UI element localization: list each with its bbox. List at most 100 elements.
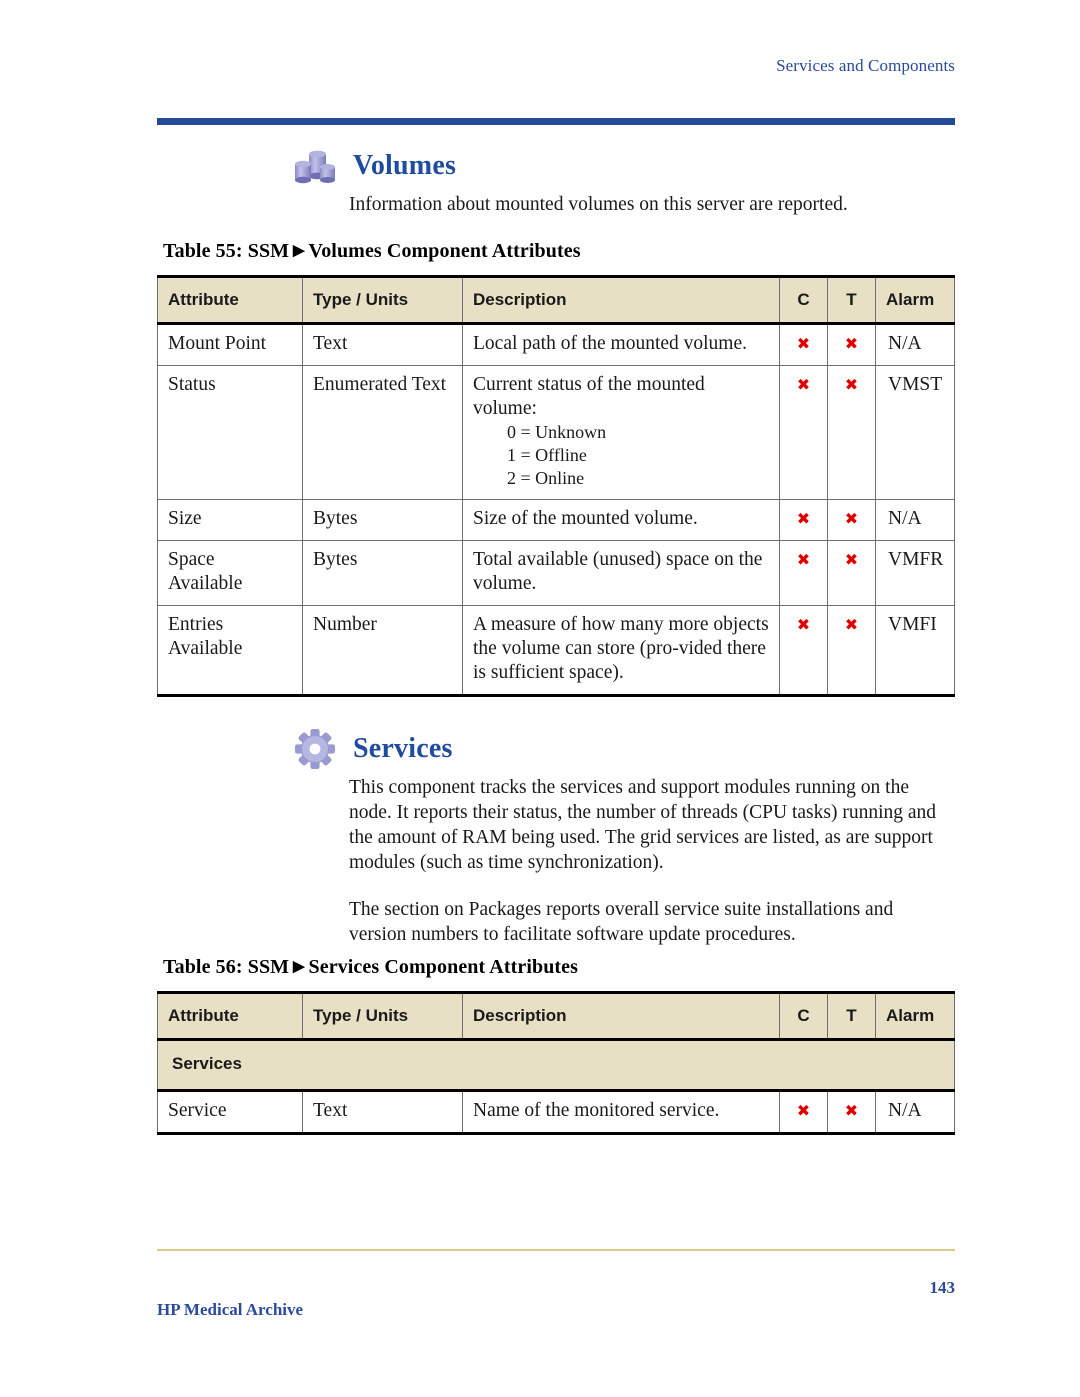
table-56-caption: Table 56: SSM ▶ Services Component Attri… (163, 956, 578, 979)
table-row: Service Text Name of the monitored servi… (157, 1090, 955, 1135)
cell-c: ✖ (779, 540, 828, 606)
cell-alarm: N/A (875, 323, 955, 366)
x-mark-icon: ✖ (796, 550, 811, 569)
col-header-c: C (779, 275, 828, 325)
footer-product-name: HP Medical Archive (157, 1300, 304, 1319)
cell-description: Size of the mounted volume. (462, 499, 780, 541)
volumes-cylinders-icon (285, 140, 345, 192)
cell-type: Text (302, 323, 463, 366)
page-number: 143 (929, 1278, 956, 1297)
enum-item: 1 = Offline (507, 445, 587, 465)
header-rule (157, 118, 955, 125)
table-55-caption: Table 55: SSM ▶ Volumes Component Attrib… (163, 240, 581, 263)
table-header-row: Attribute Type / Units Description C T A… (157, 275, 955, 325)
paragraph: This component tracks the services and s… (349, 777, 937, 873)
col-header-type-units: Type / Units (302, 991, 463, 1041)
gear-icon (285, 723, 345, 775)
col-header-t: T (827, 991, 876, 1041)
cell-t: ✖ (827, 365, 876, 500)
col-header-alarm: Alarm (875, 991, 955, 1041)
cell-alarm: VMST (875, 365, 955, 500)
triangle-right-icon: ▶ (289, 959, 309, 975)
cell-c: ✖ (779, 365, 828, 500)
table-55-caption-suffix: Volumes Component Attributes (308, 240, 581, 262)
col-header-description: Description (462, 275, 780, 325)
section-title: Services (353, 733, 453, 764)
triangle-right-icon: ▶ (289, 243, 309, 259)
cell-type: Number (302, 605, 463, 697)
table-row: Entries Available Number A measure of ho… (157, 605, 955, 697)
x-mark-icon: ✖ (796, 509, 811, 528)
col-header-alarm: Alarm (875, 275, 955, 325)
cell-c: ✖ (779, 1090, 828, 1135)
x-mark-icon: ✖ (844, 615, 859, 634)
cell-attribute: Size (157, 499, 303, 541)
cell-c: ✖ (779, 605, 828, 697)
cell-alarm: VMFI (875, 605, 955, 697)
col-header-c: C (779, 991, 828, 1041)
section-heading-services: Services (157, 723, 955, 775)
table-header-row: Attribute Type / Units Description C T A… (157, 991, 955, 1041)
section-title: Volumes (353, 150, 457, 181)
col-header-attribute: Attribute (157, 275, 303, 325)
table-services-attributes: Attribute Type / Units Description C T A… (157, 991, 955, 1135)
enum-item: 0 = Unknown (507, 422, 607, 442)
cell-attribute: Entries Available (157, 605, 303, 697)
enumeration-list: 0 = Unknown 1 = Offline 2 = Online (473, 421, 769, 490)
cell-alarm: VMFR (875, 540, 955, 606)
x-mark-icon: ✖ (844, 375, 859, 394)
x-mark-icon: ✖ (844, 550, 859, 569)
x-mark-icon: ✖ (796, 334, 811, 353)
table-subheader-row: Services (157, 1038, 955, 1092)
col-header-type-units: Type / Units (302, 275, 463, 325)
cell-attribute: Mount Point (157, 323, 303, 366)
footer-rule (157, 1249, 955, 1251)
cell-attribute: Service (157, 1090, 303, 1135)
section-volumes: Volumes Information about mounted volume… (157, 140, 955, 217)
section-heading-volumes: Volumes (157, 140, 955, 192)
table-subheader-label: Services (157, 1038, 955, 1092)
table-volumes-attributes: Attribute Type / Units Description C T A… (157, 275, 955, 697)
cell-type: Bytes (302, 540, 463, 606)
x-mark-icon: ✖ (844, 1101, 859, 1120)
table-row: Space Available Bytes Total available (u… (157, 540, 955, 606)
table-row: Size Bytes Size of the mounted volume. ✖… (157, 499, 955, 541)
table-56-caption-suffix: Services Component Attributes (308, 956, 579, 978)
x-mark-icon: ✖ (796, 1101, 811, 1120)
section-body-volumes: Information about mounted volumes on thi… (349, 192, 949, 217)
cell-c: ✖ (779, 323, 828, 366)
table-56-caption-prefix: Table 56: SSM (163, 956, 290, 978)
x-mark-icon: ✖ (796, 615, 811, 634)
cell-description: A measure of how many more objects the v… (462, 605, 780, 697)
paragraph: Information about mounted volumes on thi… (349, 194, 848, 215)
cell-t: ✖ (827, 605, 876, 697)
cell-type: Bytes (302, 499, 463, 541)
cell-t: ✖ (827, 499, 876, 541)
cell-t: ✖ (827, 323, 876, 366)
col-header-t: T (827, 275, 876, 325)
col-header-description: Description (462, 991, 780, 1041)
cell-description: Current status of the mounted volume: 0 … (462, 365, 780, 500)
paragraph: The section on Packages reports overall … (349, 899, 894, 945)
cell-attribute: Space Available (157, 540, 303, 606)
table-55-caption-prefix: Table 55: SSM (163, 240, 290, 262)
running-header: Services and Components (776, 56, 955, 75)
table-row: Mount Point Text Local path of the mount… (157, 323, 955, 366)
cell-description: Name of the monitored service. (462, 1090, 780, 1135)
x-mark-icon: ✖ (844, 334, 859, 353)
cell-t: ✖ (827, 1090, 876, 1135)
section-services: Services This component tracks the servi… (157, 723, 955, 947)
cell-alarm: N/A (875, 499, 955, 541)
cell-description-text: Current status of the mounted volume: (473, 374, 705, 419)
cell-alarm: N/A (875, 1090, 955, 1135)
enum-item: 2 = Online (507, 468, 585, 488)
cell-description: Local path of the mounted volume. (462, 323, 780, 366)
table-row: Status Enumerated Text Current status of… (157, 365, 955, 500)
cell-type: Enumerated Text (302, 365, 463, 500)
cell-t: ✖ (827, 540, 876, 606)
x-mark-icon: ✖ (796, 375, 811, 394)
x-mark-icon: ✖ (844, 509, 859, 528)
cell-description: Total available (unused) space on the vo… (462, 540, 780, 606)
cell-attribute: Status (157, 365, 303, 500)
section-body-services: This component tracks the services and s… (349, 775, 949, 947)
